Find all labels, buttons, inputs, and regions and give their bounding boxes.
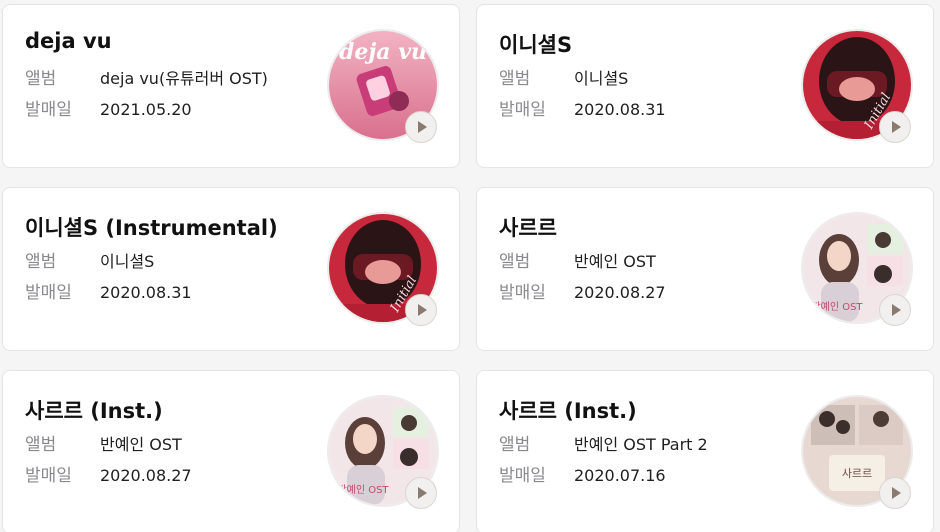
play-button[interactable] [879,111,911,143]
cover-text: deja vu [339,39,427,65]
cover-text: 사르르 [842,467,872,480]
cover-text: 반예인 OST [811,301,863,313]
album-value[interactable]: deja vu(유튜러버 OST) [100,67,268,91]
album-cover[interactable]: 사르르 [801,395,913,509]
play-icon [892,121,901,133]
album-row: 앨범 이니셜S [25,250,154,274]
album-label: 앨범 [499,435,531,455]
play-icon [892,304,901,316]
release-row: 발매일 2020.08.31 [499,98,666,122]
release-date: 2020.08.27 [100,466,192,485]
play-button[interactable] [879,477,911,509]
album-cover[interactable]: 반예인 OST [801,212,913,326]
album-label: 앨범 [25,252,57,272]
song-card[interactable]: 사르르 (Inst.) 앨범 반예인 OST 발매일 2020.08.27 반예인 … [2,370,460,532]
release-date: 2020.08.31 [574,100,666,119]
album-cover[interactable]: 반예인 OST [327,395,439,509]
song-title[interactable]: deja vu [25,29,112,53]
cover-text: 반예인 OST [337,484,389,496]
release-row: 발매일 2020.07.16 [499,464,666,488]
play-icon [418,304,427,316]
album-value[interactable]: 이니셜S [100,250,154,274]
album-row: 앨범 deja vu(유튜러버 OST) [25,67,268,91]
album-value[interactable]: 이니셜S [574,67,628,91]
release-row: 발매일 2020.08.27 [499,281,666,305]
play-button[interactable] [405,477,437,509]
play-button[interactable] [879,294,911,326]
release-label: 발매일 [25,100,72,120]
release-date: 2020.08.27 [574,283,666,302]
release-label: 발매일 [499,100,546,120]
album-value[interactable]: 반예인 OST Part 2 [574,433,708,457]
song-card[interactable]: deja vu 앨범 deja vu(유튜러버 OST) 발매일 2021.05.2… [2,4,460,168]
release-label: 발매일 [499,466,546,486]
release-date: 2020.08.31 [100,283,192,302]
song-title[interactable]: 사르르 [499,212,557,242]
song-card[interactable]: 이니셜S 앨범 이니셜S 발매일 2020.08.31 Initial [476,4,934,168]
song-title[interactable]: 이니셜S (Instrumental) [25,212,278,242]
release-label: 발매일 [25,283,72,303]
song-title[interactable]: 사르르 (Inst.) [25,395,163,425]
album-cover[interactable]: deja vu [327,29,439,143]
release-label: 발매일 [499,283,546,303]
song-card[interactable]: 이니셜S (Instrumental) 앨범 이니셜S 발매일 2020.08.31… [2,187,460,351]
album-label: 앨범 [25,435,57,455]
release-date: 2021.05.20 [100,100,192,119]
album-label: 앨범 [499,252,531,272]
release-row: 발매일 2020.08.31 [25,281,192,305]
song-grid: deja vu 앨범 deja vu(유튜러버 OST) 발매일 2021.05.2… [0,0,940,532]
song-card[interactable]: 사르르 앨범 반예인 OST 발매일 2020.08.27 반예인 OST [476,187,934,351]
release-row: 발매일 2021.05.20 [25,98,192,122]
release-label: 발매일 [25,466,72,486]
song-card[interactable]: 사르르 (Inst.) 앨범 반예인 OST Part 2 발매일 2020.07.… [476,370,934,532]
album-cover[interactable]: Initial [801,29,913,143]
song-title[interactable]: 이니셜S [499,29,572,59]
album-row: 앨범 반예인 OST Part 2 [499,433,708,457]
play-icon [418,121,427,133]
album-row: 앨범 반예인 OST [499,250,656,274]
album-label: 앨범 [25,69,57,89]
play-icon [418,487,427,499]
release-date: 2020.07.16 [574,466,666,485]
album-row: 앨범 이니셜S [499,67,628,91]
play-icon [892,487,901,499]
release-row: 발매일 2020.08.27 [25,464,192,488]
song-title[interactable]: 사르르 (Inst.) [499,395,637,425]
album-value[interactable]: 반예인 OST [100,433,182,457]
album-label: 앨범 [499,69,531,89]
album-value[interactable]: 반예인 OST [574,250,656,274]
play-button[interactable] [405,294,437,326]
play-button[interactable] [405,111,437,143]
album-cover[interactable]: Initial [327,212,439,326]
album-row: 앨범 반예인 OST [25,433,182,457]
